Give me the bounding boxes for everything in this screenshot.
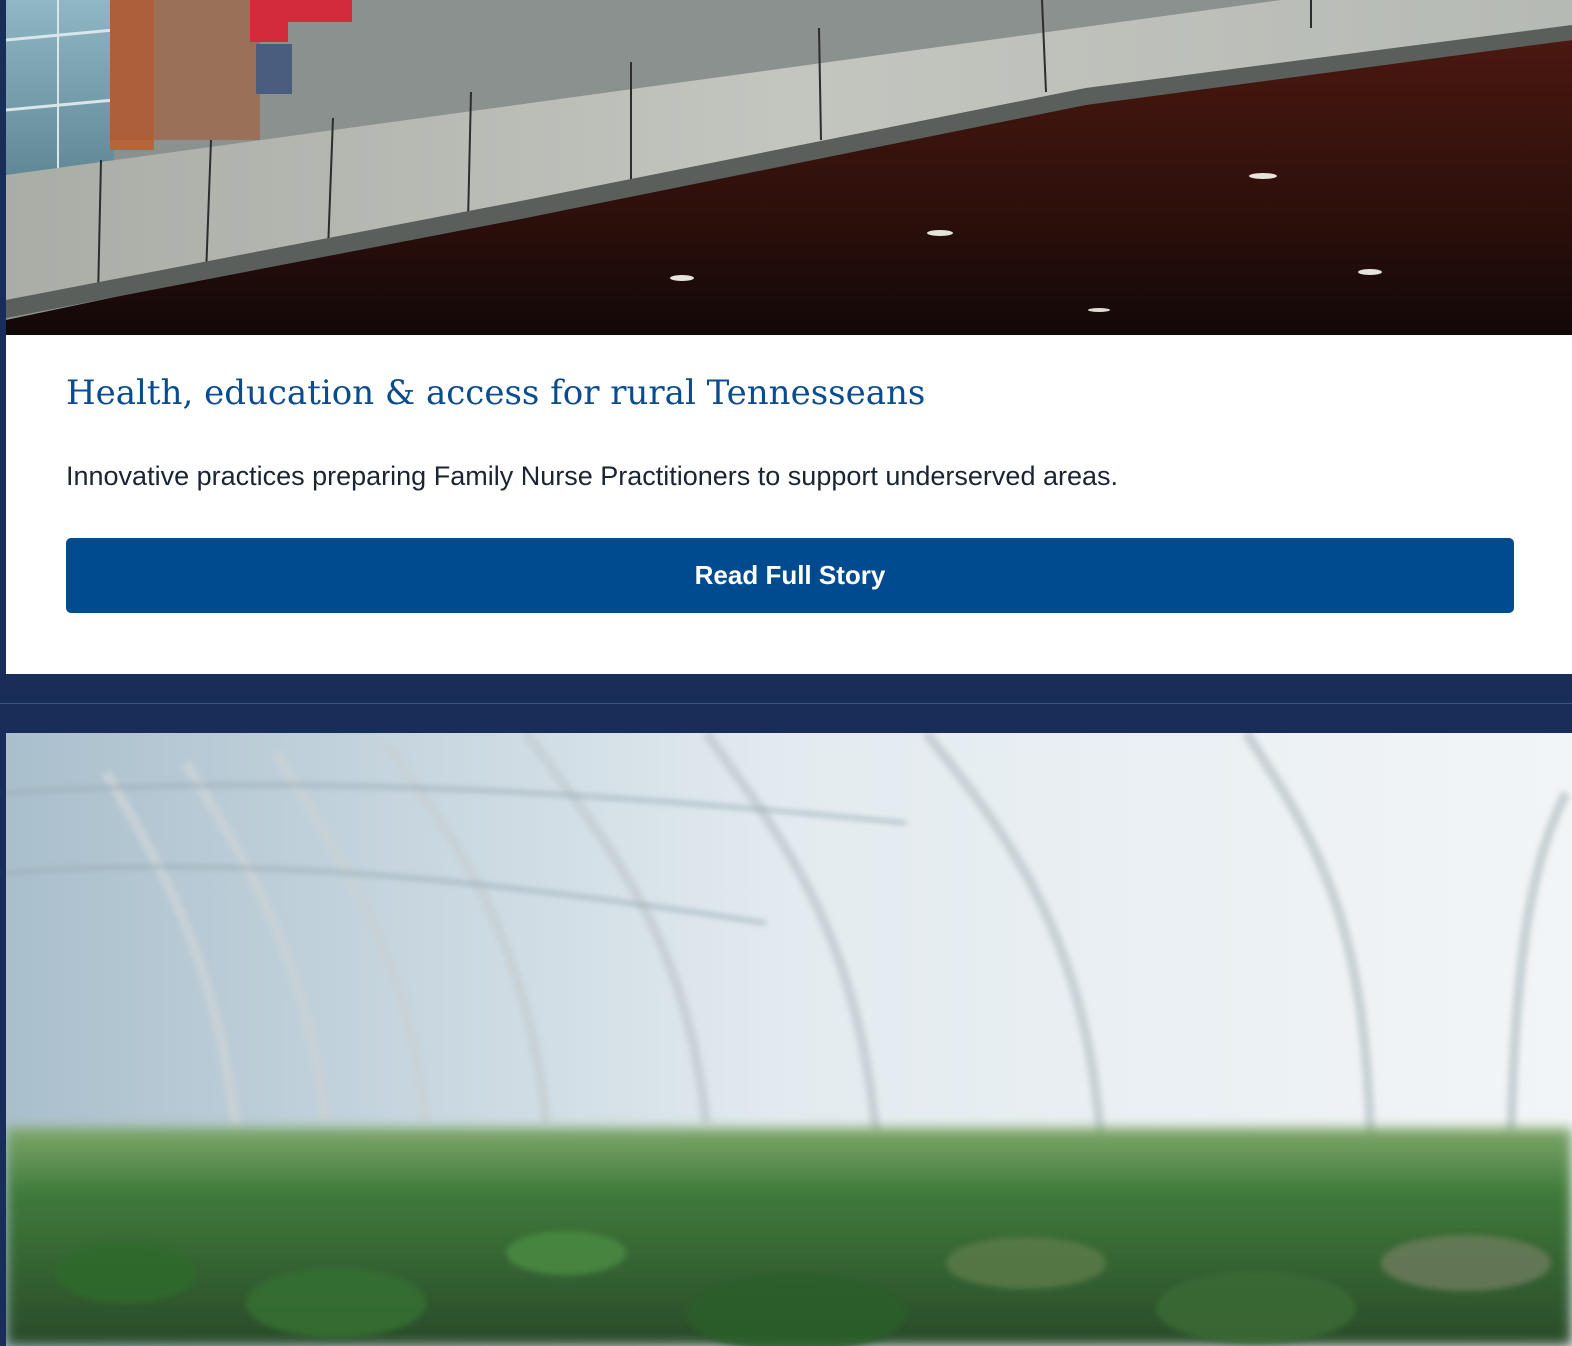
story-card-body: Health, education & access for rural Ten… bbox=[6, 335, 1572, 674]
story-summary: Innovative practices preparing Family Nu… bbox=[66, 461, 1118, 491]
page: { "story": { "title": "Health, education… bbox=[0, 0, 1572, 1346]
read-full-story-button[interactable]: Read Full Story bbox=[66, 538, 1514, 613]
story-title: Health, education & access for rural Ten… bbox=[66, 373, 926, 413]
story-card: Health, education & access for rural Ten… bbox=[6, 0, 1572, 674]
greenhouse-photo bbox=[6, 733, 1572, 1346]
section-divider bbox=[0, 703, 1572, 704]
building-exterior-photo bbox=[6, 0, 1572, 335]
